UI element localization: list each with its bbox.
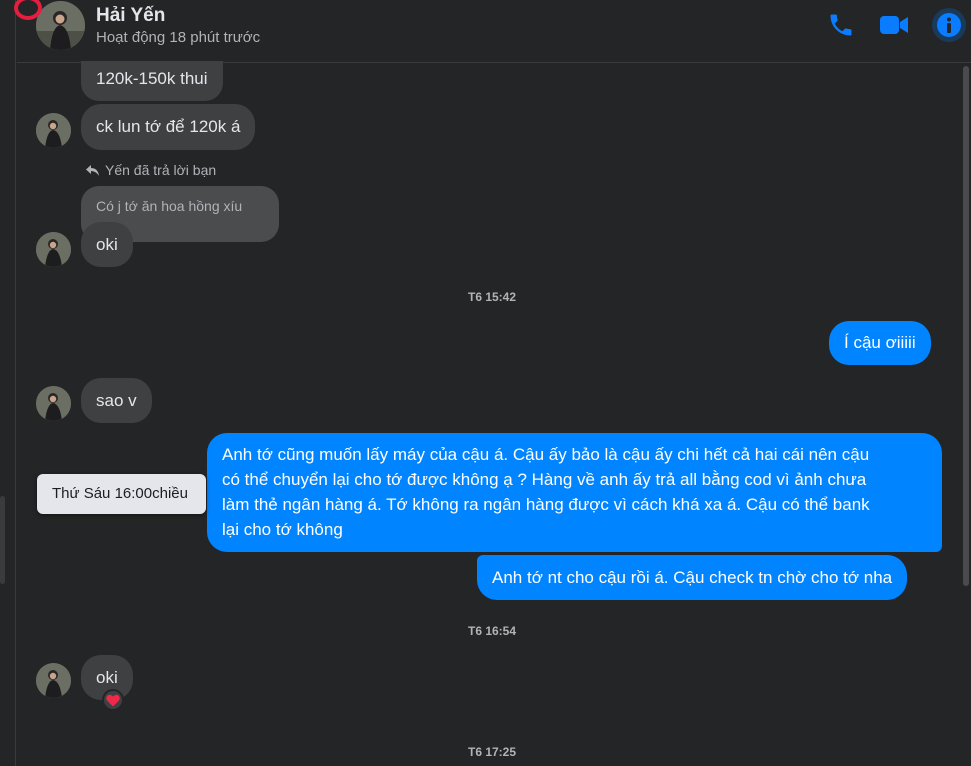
message-line: Anh tớ cũng muốn lấy máy của cậu á. Cậu …	[222, 445, 870, 464]
chat-header: Hải Yến Hoạt động 18 phút trước	[17, 0, 971, 63]
timestamp-divider: T6 15:42	[468, 290, 517, 304]
phone-icon	[830, 14, 852, 36]
left-panel-scrollbar[interactable]	[0, 496, 5, 584]
reply-indicator-text: Yến đã trả lời bạn	[105, 162, 217, 178]
incoming-message[interactable]: ck lun tớ để 120k á	[81, 104, 256, 150]
video-call-button[interactable]	[878, 9, 910, 41]
timestamp-divider: T6 16:54	[468, 624, 517, 638]
message-line: lại cho tớ không	[222, 520, 343, 539]
left-panel-edge	[0, 0, 16, 766]
contact-avatar-small[interactable]	[36, 113, 71, 148]
messenger-window: Hải Yến Hoạt động 18 phút trước 120k-150…	[0, 0, 971, 766]
incoming-message[interactable]: 120k-150k thui	[81, 61, 223, 101]
chat-scrollbar-thumb[interactable]	[963, 66, 969, 586]
call-button[interactable]	[825, 9, 857, 41]
timestamp-divider: T6 17:25	[468, 745, 517, 759]
video-camera-icon	[880, 16, 908, 34]
contact-avatar-small[interactable]	[36, 386, 71, 421]
message-time-tooltip: Thứ Sáu 16:00chiều	[37, 474, 206, 514]
reaction-badge[interactable]	[102, 689, 124, 711]
info-icon	[937, 13, 961, 37]
incoming-message[interactable]: sao v	[81, 378, 152, 423]
heart-icon	[106, 694, 120, 706]
reply-arrow-icon	[86, 164, 99, 176]
contact-status: Hoạt động 18 phút trước	[96, 29, 261, 46]
contact-name[interactable]: Hải Yến	[96, 5, 165, 27]
conversation-info-button[interactable]	[932, 8, 966, 42]
outgoing-message[interactable]: Í cậu ơiiiii	[829, 321, 931, 365]
incoming-message[interactable]: oki	[81, 222, 133, 267]
contact-avatar-small[interactable]	[36, 663, 71, 698]
message-line: làm thẻ ngân hàng á. Tớ không ra ngân hà…	[222, 495, 870, 514]
outgoing-message[interactable]: Anh tớ nt cho cậu rồi á. Cậu check tn ch…	[477, 555, 908, 600]
contact-avatar-small[interactable]	[36, 232, 71, 267]
reply-indicator: Yến đã trả lời bạn	[86, 162, 216, 178]
outgoing-message-long[interactable]: Anh tớ cũng muốn lấy máy của cậu á. Cậu …	[207, 433, 942, 552]
message-line: có thể chuyển lại cho tớ được không ạ ? …	[222, 470, 867, 489]
contact-avatar[interactable]	[36, 1, 85, 50]
